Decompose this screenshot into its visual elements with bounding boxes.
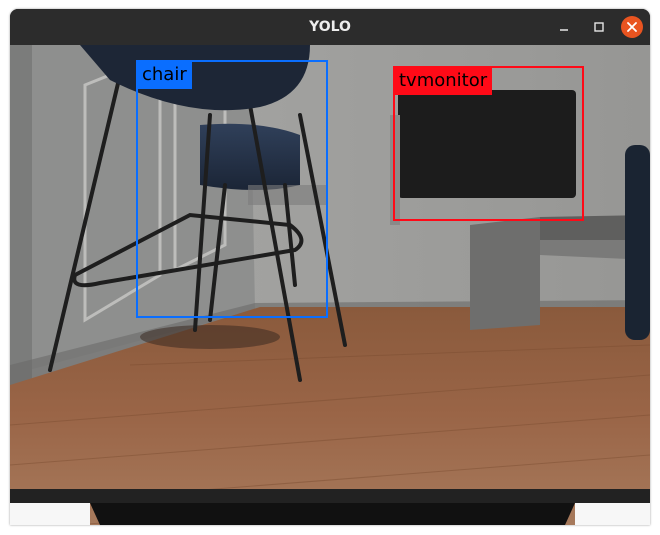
maximize-button[interactable] <box>588 16 610 38</box>
app-window: YOLO chair tvmonitor <box>10 9 650 525</box>
scene-image <box>10 45 650 525</box>
chair-detection-label: chair <box>137 61 192 89</box>
close-icon <box>627 22 637 32</box>
tvmonitor-detection-label: tvmonitor <box>394 67 493 95</box>
maximize-icon <box>594 22 604 32</box>
minimize-icon <box>560 29 568 31</box>
title-bar[interactable]: YOLO <box>10 9 650 45</box>
close-button[interactable] <box>621 16 643 38</box>
minimize-button[interactable] <box>553 16 575 38</box>
detection-view: chair tvmonitor <box>10 45 650 525</box>
